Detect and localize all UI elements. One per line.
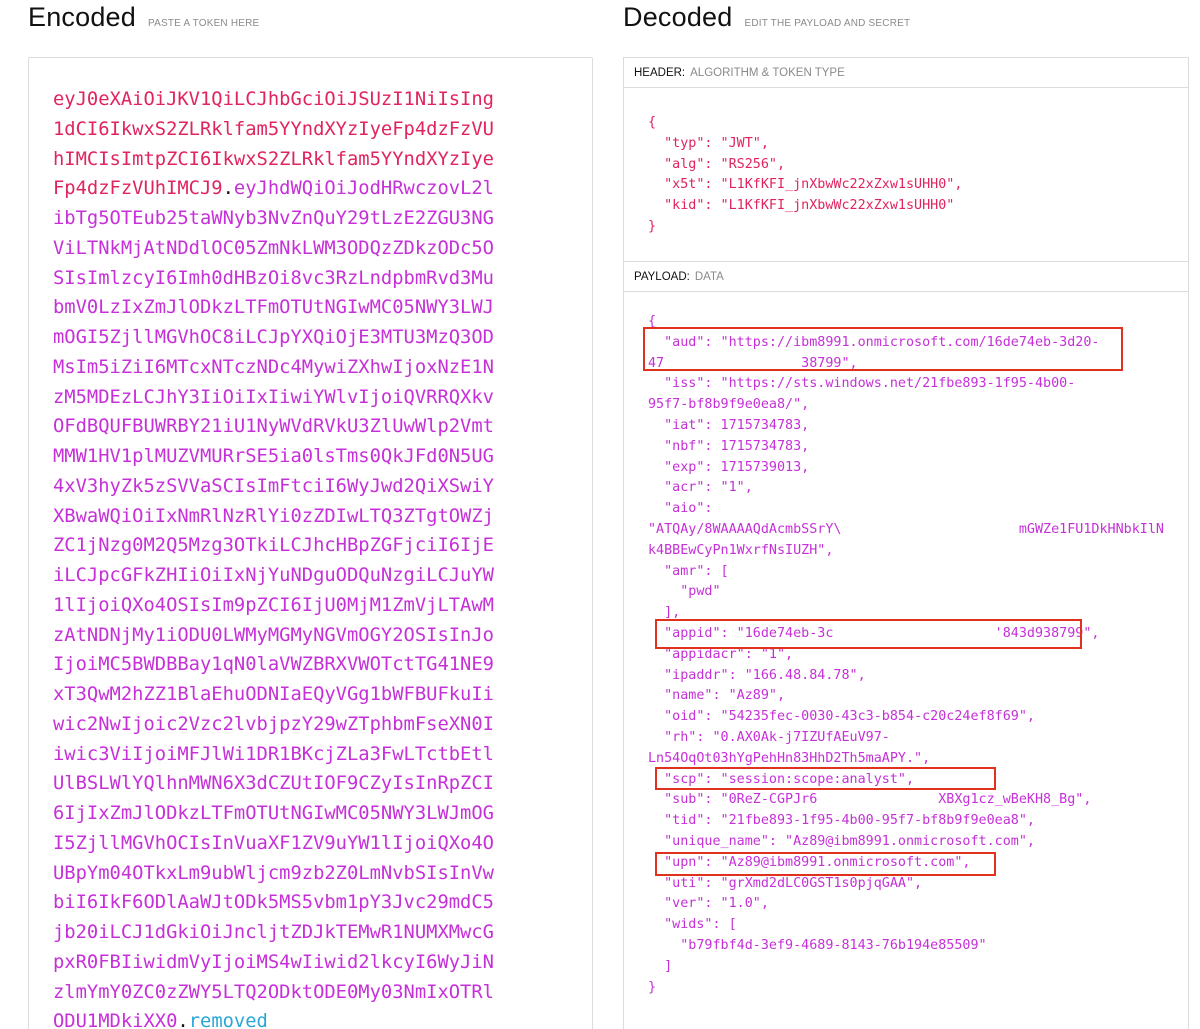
payload-panel-sublabel: DATA (694, 270, 724, 283)
token-separator: . (222, 178, 234, 200)
decoded-heading: Decoded EDIT THE PAYLOAD AND SECRET (623, 2, 910, 33)
encoded-token-textarea[interactable]: eyJ0eXAiOiJKV1QiLCJhbGciOiJSUzI1NiIsIng … (28, 57, 593, 1029)
header-json-editor[interactable]: { "typ": "JWT", "alg": "RS256", "x5t": "… (648, 113, 962, 238)
encoded-token-text: eyJ0eXAiOiJKV1QiLCJhbGciOiJSUzI1NiIsIng … (53, 85, 494, 1029)
encoded-subtitle: PASTE A TOKEN HERE (148, 18, 260, 29)
scp-highlight-box (655, 767, 996, 790)
token-payload-part: eyJhdWQiOiJodHRwczovL2l ibTg5OTEub25taWN… (53, 178, 494, 1029)
header-panel-title: HEADER: ALGORITHM & TOKEN TYPE (624, 58, 1188, 88)
decoded-title: Decoded (623, 2, 733, 32)
payload-json-editor[interactable]: { "aud": "https://ibm8991.onmicrosoft.co… (648, 312, 1164, 998)
payload-panel-label: PAYLOAD: (634, 270, 690, 283)
token-separator: . (177, 1011, 189, 1029)
header-panel-sublabel: ALGORITHM & TOKEN TYPE (690, 66, 845, 79)
encoded-heading: Encoded PASTE A TOKEN HERE (28, 2, 259, 33)
appid-highlight-box (655, 619, 1082, 649)
upn-highlight-box (655, 852, 996, 876)
token-signature-part: removed (188, 1011, 268, 1029)
header-panel-label: HEADER: (634, 66, 686, 79)
header-panel: HEADER: ALGORITHM & TOKEN TYPE { "typ": … (623, 57, 1189, 262)
decoded-subtitle: EDIT THE PAYLOAD AND SECRET (744, 18, 911, 29)
payload-panel-title: PAYLOAD: DATA (624, 262, 1188, 292)
aud-highlight-box (643, 327, 1123, 371)
encoded-title: Encoded (28, 2, 136, 32)
